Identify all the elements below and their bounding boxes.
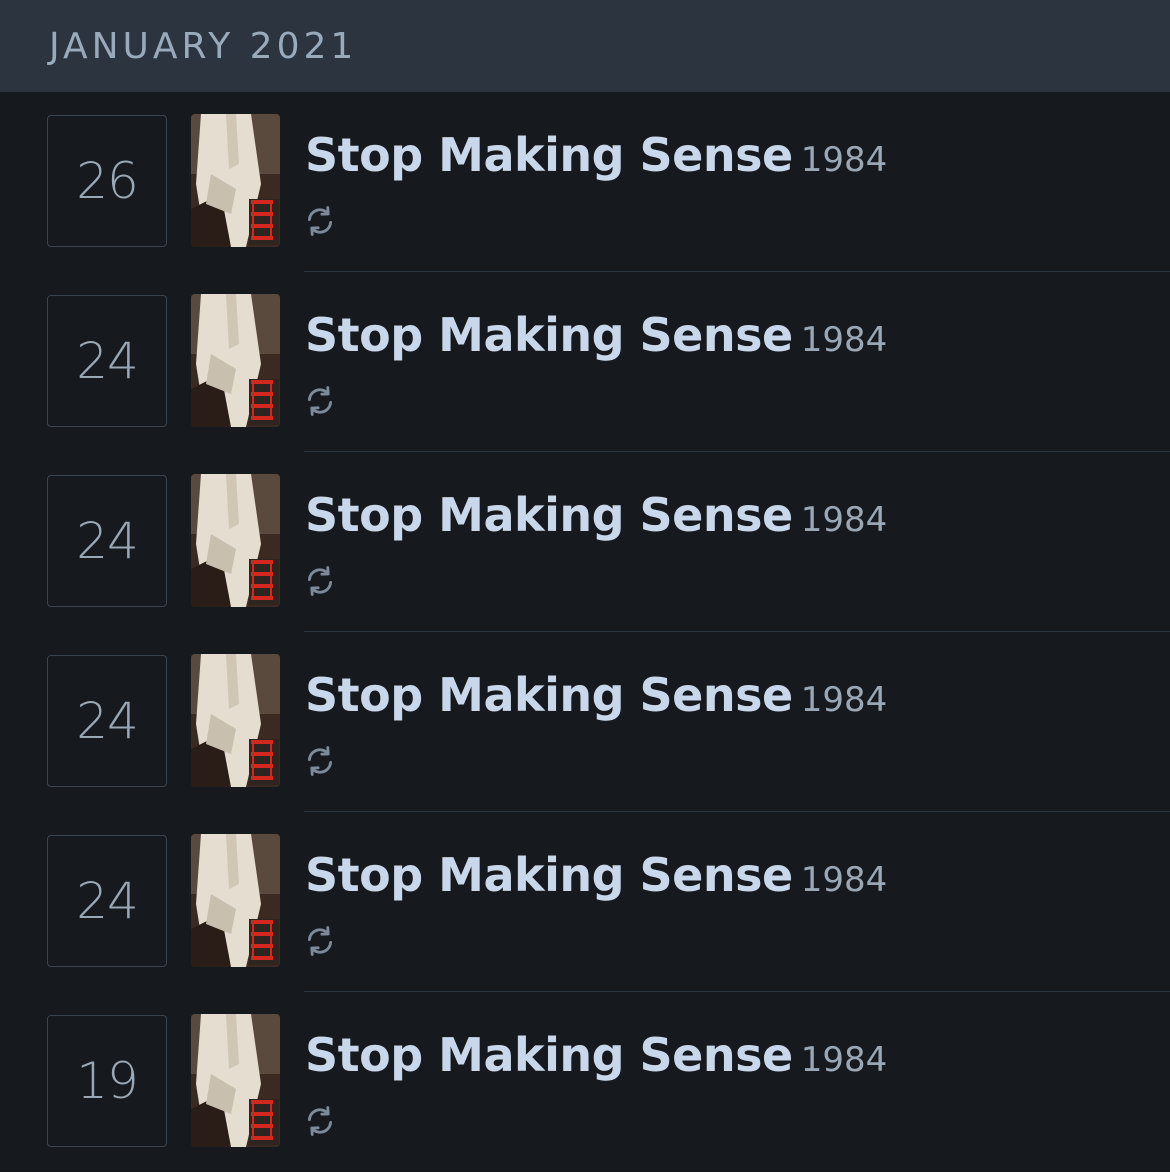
film-poster[interactable] <box>191 294 280 427</box>
rewatch-icon <box>307 206 333 236</box>
diary-entry[interactable]: 26 Stop Making Sense 1984 <box>0 92 1170 272</box>
title-line: Stop Making Sense 1984 <box>305 668 887 722</box>
rewatch-icon <box>307 1106 333 1136</box>
film-year[interactable]: 1984 <box>801 500 888 540</box>
diary-entry[interactable]: 19 Stop Making Sense 1984 <box>0 992 1170 1172</box>
day-box[interactable]: 24 <box>47 835 167 967</box>
title-line: Stop Making Sense 1984 <box>305 308 887 362</box>
film-year[interactable]: 1984 <box>801 860 888 900</box>
film-title[interactable]: Stop Making Sense <box>305 308 793 362</box>
rewatch-icon <box>307 746 333 776</box>
film-poster[interactable] <box>191 474 280 607</box>
day-box[interactable]: 26 <box>47 115 167 247</box>
poster-image <box>191 1014 280 1147</box>
title-line: Stop Making Sense 1984 <box>305 848 887 902</box>
film-year[interactable]: 1984 <box>801 1040 888 1080</box>
film-poster[interactable] <box>191 834 280 967</box>
film-year[interactable]: 1984 <box>801 680 888 720</box>
day-box[interactable]: 24 <box>47 475 167 607</box>
film-year[interactable]: 1984 <box>801 140 888 180</box>
film-poster[interactable] <box>191 114 280 247</box>
film-title[interactable]: Stop Making Sense <box>305 488 793 542</box>
day-box[interactable]: 24 <box>47 295 167 427</box>
film-poster[interactable] <box>191 654 280 787</box>
day-box[interactable]: 24 <box>47 655 167 787</box>
film-poster[interactable] <box>191 1014 280 1147</box>
rewatch-icon <box>307 386 333 416</box>
month-header: JANUARY 2021 <box>0 0 1170 92</box>
title-line: Stop Making Sense 1984 <box>305 488 887 542</box>
poster-image <box>191 474 280 607</box>
film-title[interactable]: Stop Making Sense <box>305 128 793 182</box>
film-title[interactable]: Stop Making Sense <box>305 668 793 722</box>
poster-image <box>191 834 280 967</box>
rewatch-icon <box>307 566 333 596</box>
poster-image <box>191 654 280 787</box>
diary-entry[interactable]: 24 Stop Making Sense 1984 <box>0 452 1170 632</box>
diary-entry[interactable]: 24 Stop Making Sense 1984 <box>0 632 1170 812</box>
rewatch-icon <box>307 926 333 956</box>
month-header-label: JANUARY 2021 <box>49 26 358 67</box>
film-title[interactable]: Stop Making Sense <box>305 1028 793 1082</box>
poster-image <box>191 114 280 247</box>
diary-entry[interactable]: 24 Stop Making Sense 1984 <box>0 272 1170 452</box>
day-box[interactable]: 19 <box>47 1015 167 1147</box>
diary-entry[interactable]: 24 Stop Making Sense 1984 <box>0 812 1170 992</box>
diary-list: 26 Stop Making Sense 1984 24 Stop Making… <box>0 92 1170 1171</box>
title-line: Stop Making Sense 1984 <box>305 128 887 182</box>
film-year[interactable]: 1984 <box>801 320 888 360</box>
poster-image <box>191 294 280 427</box>
title-line: Stop Making Sense 1984 <box>305 1028 887 1082</box>
film-title[interactable]: Stop Making Sense <box>305 848 793 902</box>
